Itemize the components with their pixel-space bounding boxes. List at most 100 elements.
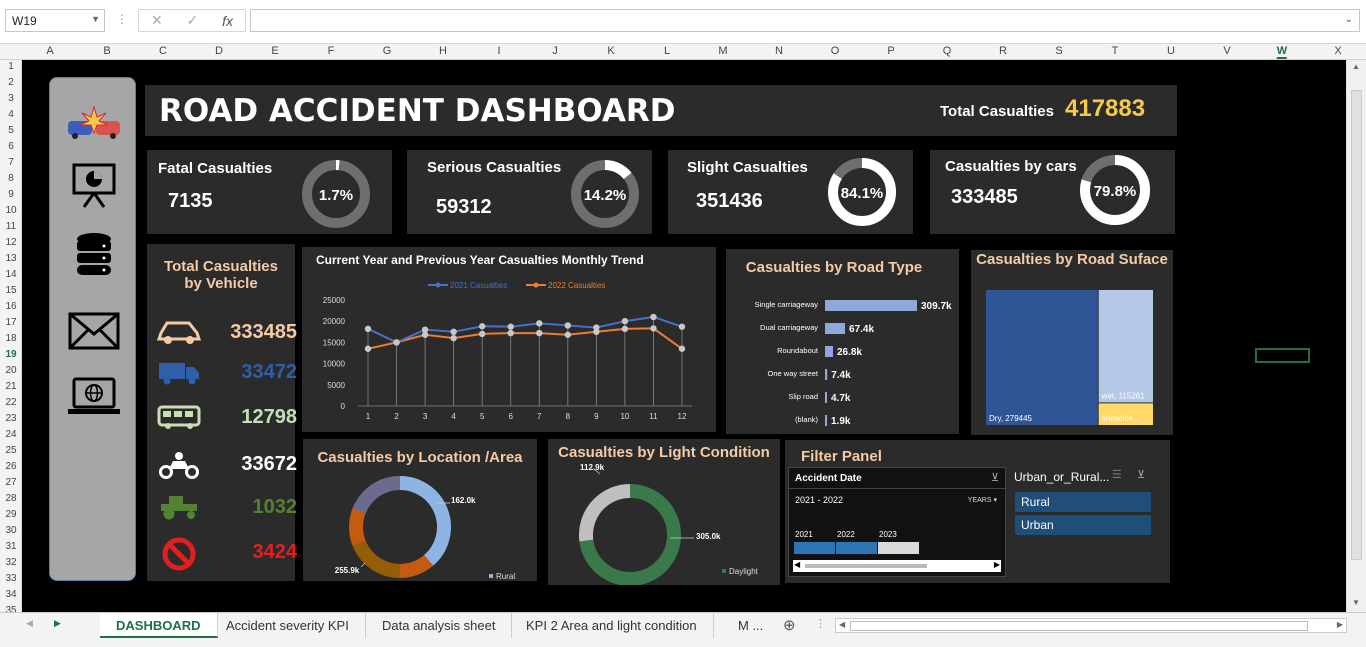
row-header-18[interactable]: 18: [0, 333, 21, 344]
column-header-s[interactable]: S: [1055, 45, 1062, 57]
row-header-9[interactable]: 9: [0, 189, 21, 200]
row-header-17[interactable]: 17: [0, 317, 21, 328]
column-header-r[interactable]: R: [999, 45, 1007, 57]
row-header-22[interactable]: 22: [0, 397, 21, 408]
scroll-thumb[interactable]: [850, 621, 1308, 631]
scroll-right-icon[interactable]: ▶: [1337, 620, 1343, 629]
column-header-d[interactable]: D: [215, 45, 223, 57]
row-header-5[interactable]: 5: [0, 125, 21, 136]
row-header-35[interactable]: 35: [0, 605, 21, 612]
tab-dashboard[interactable]: DASHBOARD: [100, 613, 218, 638]
tab-kpi-2[interactable]: KPI 2 Area and light condition: [510, 613, 714, 638]
slicer-item-rural[interactable]: Rural: [1015, 492, 1151, 512]
database-icon[interactable]: [66, 230, 122, 280]
drag-handle-icon[interactable]: ⋮: [116, 12, 128, 26]
vertical-scrollbar[interactable]: ▲ ▼: [1346, 60, 1366, 612]
light-chart[interactable]: 305.0k 112.9k Daylight Dark: [548, 439, 780, 585]
column-header-f[interactable]: F: [328, 45, 335, 57]
row-header-2[interactable]: 2: [0, 77, 21, 88]
column-header-w[interactable]: W: [1276, 45, 1288, 59]
row-header-6[interactable]: 6: [0, 141, 21, 152]
row-header-30[interactable]: 30: [0, 525, 21, 536]
row-header-24[interactable]: 24: [0, 429, 21, 440]
horizontal-scrollbar[interactable]: ◀ ▶: [835, 618, 1347, 633]
fx-icon[interactable]: fx: [222, 13, 233, 29]
car-crash-icon[interactable]: [66, 98, 122, 148]
column-header-e[interactable]: E: [271, 45, 278, 57]
row-header-26[interactable]: 26: [0, 461, 21, 472]
presentation-icon[interactable]: [66, 160, 122, 210]
column-header-q[interactable]: Q: [943, 45, 952, 57]
row-header-8[interactable]: 8: [0, 173, 21, 184]
check-icon[interactable]: ✓: [187, 12, 199, 29]
column-header-k[interactable]: K: [607, 45, 614, 57]
name-box[interactable]: W19 ▼: [5, 9, 105, 32]
mail-icon[interactable]: [66, 306, 122, 356]
column-header-p[interactable]: P: [887, 45, 894, 57]
clear-filter-icon[interactable]: ⊻: [1137, 468, 1145, 481]
timeline-bar-2021[interactable]: [794, 542, 835, 554]
row-header-13[interactable]: 13: [0, 253, 21, 264]
scroll-thumb[interactable]: [1351, 90, 1362, 560]
chevron-down-icon[interactable]: ⌄: [1345, 14, 1353, 25]
column-header-l[interactable]: L: [664, 45, 670, 57]
row-header-29[interactable]: 29: [0, 509, 21, 520]
laptop-icon[interactable]: [66, 372, 122, 422]
add-sheet-icon[interactable]: ⊕: [783, 616, 796, 634]
row-header-23[interactable]: 23: [0, 413, 21, 424]
row-header-28[interactable]: 28: [0, 493, 21, 504]
row-header-27[interactable]: 27: [0, 477, 21, 488]
tab-scroll-right-icon[interactable]: ▶: [54, 618, 61, 629]
row-header-7[interactable]: 7: [0, 157, 21, 168]
multiselect-icon[interactable]: ☰: [1112, 468, 1122, 481]
chevron-down-icon[interactable]: ▼: [91, 14, 100, 24]
scroll-down-icon[interactable]: ▼: [1352, 598, 1360, 607]
row-header-25[interactable]: 25: [0, 445, 21, 456]
column-header-a[interactable]: A: [46, 45, 53, 57]
row-header-15[interactable]: 15: [0, 285, 21, 296]
scroll-left-icon[interactable]: ◀: [794, 560, 800, 569]
clear-filter-icon[interactable]: ⊻: [991, 471, 999, 484]
row-header-34[interactable]: 34: [0, 589, 21, 600]
column-header-n[interactable]: N: [775, 45, 783, 57]
tab-accident-severity-kpi[interactable]: Accident severity KPI: [210, 613, 366, 638]
row-header-33[interactable]: 33: [0, 573, 21, 584]
column-header-g[interactable]: G: [383, 45, 392, 57]
more-tabs-icon[interactable]: ⋮: [815, 617, 826, 630]
row-header-31[interactable]: 31: [0, 541, 21, 552]
column-header-t[interactable]: T: [1112, 45, 1119, 57]
row-header-4[interactable]: 4: [0, 109, 21, 120]
column-header-j[interactable]: J: [552, 45, 558, 57]
years-dropdown[interactable]: YEARS ▾: [968, 496, 997, 504]
row-header-10[interactable]: 10: [0, 205, 21, 216]
row-header-11[interactable]: 11: [0, 221, 21, 232]
scroll-left-icon[interactable]: ◀: [839, 620, 845, 629]
row-header-32[interactable]: 32: [0, 557, 21, 568]
scroll-thumb[interactable]: [805, 564, 927, 568]
timeline-bar-2022[interactable]: [836, 542, 877, 554]
row-header-20[interactable]: 20: [0, 365, 21, 376]
scroll-up-icon[interactable]: ▲: [1352, 62, 1360, 71]
close-icon[interactable]: ✕: [151, 12, 163, 29]
tab-data-analysis-sheet[interactable]: Data analysis sheet: [366, 613, 513, 638]
row-header-3[interactable]: 3: [0, 93, 21, 104]
row-header-16[interactable]: 16: [0, 301, 21, 312]
column-header-b[interactable]: B: [103, 45, 110, 57]
location-chart[interactable]: 162.0k255.9kRuralUrban: [303, 439, 537, 581]
row-header-1[interactable]: 1: [0, 61, 21, 72]
selected-cell[interactable]: [1255, 348, 1310, 363]
timeline-bar-2023[interactable]: [878, 542, 919, 554]
column-header-h[interactable]: H: [439, 45, 447, 57]
road-surface-chart[interactable]: Dry, 279445 wet, 115261 snow/ice...: [971, 250, 1173, 435]
row-header-12[interactable]: 12: [0, 237, 21, 248]
column-header-u[interactable]: U: [1167, 45, 1175, 57]
road-type-chart[interactable]: Single carriageway 309.7k Dual carriageway…: [726, 249, 959, 434]
scroll-right-icon[interactable]: ▶: [994, 560, 1000, 569]
tab-more[interactable]: M ...: [722, 613, 779, 638]
column-header-c[interactable]: C: [159, 45, 167, 57]
row-header-19[interactable]: 19: [0, 349, 21, 360]
formula-input[interactable]: ⌄: [250, 9, 1360, 32]
column-header-v[interactable]: V: [1223, 45, 1230, 57]
column-header-x[interactable]: X: [1334, 45, 1341, 57]
timeline-scrollbar[interactable]: ◀ ▶: [793, 560, 1001, 572]
